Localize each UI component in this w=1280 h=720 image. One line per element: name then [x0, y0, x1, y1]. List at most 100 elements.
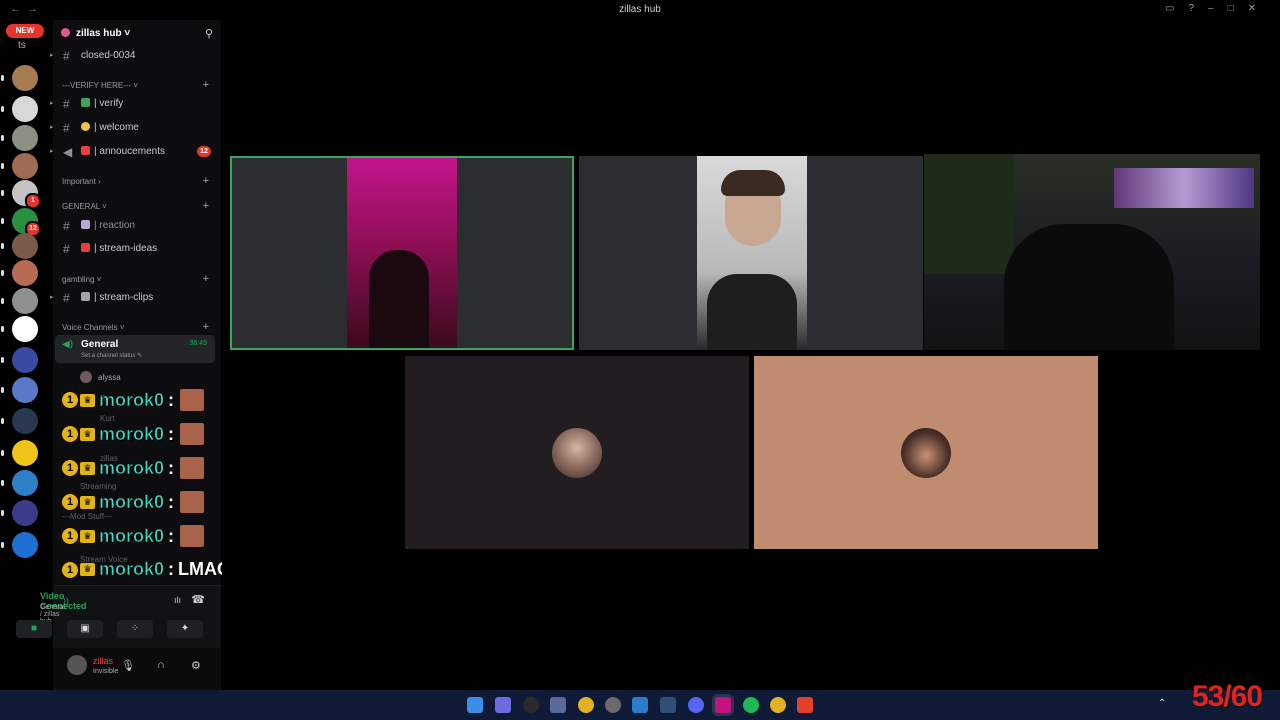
server-icon-16[interactable] [1, 500, 38, 526]
discord-icon[interactable] [688, 697, 704, 713]
user-panel: zillas Invisible 🎙 ∩ ⚙ [53, 648, 221, 688]
username[interactable]: zillas [93, 656, 113, 666]
help-icon[interactable]: ? [1188, 3, 1208, 14]
microphone-icon[interactable]: 🎙 [121, 659, 135, 672]
server-mention-badge: 1 [25, 193, 41, 209]
soundboard-button[interactable]: ✦ [167, 620, 203, 638]
add-channel-icon[interactable]: + [203, 200, 209, 212]
crown-icon: ♛ [80, 461, 95, 475]
brave-icon[interactable] [797, 697, 813, 713]
participant-avatar [901, 428, 951, 478]
title-bar: ← → zillas hub ▭?–□✕ [0, 0, 1280, 20]
screen-share-button[interactable]: ▣ [67, 620, 103, 638]
voice-channel-general[interactable]: ◀) General 36:49 Set a channel status ✎ [55, 335, 215, 363]
server-icon-7[interactable] [1, 233, 38, 259]
category-gambling[interactable]: gambling ˅ [62, 275, 101, 284]
channel-closed-0034[interactable]: ▸ # closed-0034 [50, 47, 221, 65]
video-stage [222, 20, 1280, 690]
chrome-icon[interactable] [770, 697, 786, 713]
server-rail: NEW ts 1 12 [0, 20, 52, 690]
voice-member-alyssa[interactable]: alyssa [80, 371, 121, 383]
inbox-icon[interactable]: ▭ [1165, 3, 1188, 14]
wave-emoji-icon [81, 122, 90, 131]
tray-chevron-icon[interactable]: ⌃ [1158, 698, 1166, 709]
category-voice-channels[interactable]: Voice Channels ˅ [62, 323, 125, 332]
video-tile-2[interactable] [579, 156, 923, 350]
channel-reaction[interactable]: # | reaction [53, 217, 221, 235]
unread-pip [1, 298, 4, 304]
server-icon-11[interactable] [1, 347, 38, 373]
person-silhouette [1004, 224, 1174, 350]
disconnect-icon[interactable]: ☎ [191, 593, 205, 606]
obs-icon[interactable] [605, 697, 621, 713]
unread-pip [1, 75, 4, 81]
server-icon-3[interactable] [1, 125, 38, 151]
unread-pip [1, 418, 4, 424]
chat-line: 1 ♛ morok0: [62, 423, 205, 447]
spotify-icon[interactable] [743, 697, 759, 713]
hash-icon: # [63, 291, 70, 305]
server-icon-12[interactable] [1, 377, 38, 403]
channel-label: | welcome [94, 122, 139, 133]
channel-status-prompt[interactable]: Set a channel status ✎ [81, 352, 142, 359]
avatar[interactable] [67, 655, 87, 675]
server-icon-15[interactable] [1, 470, 38, 496]
steam-icon[interactable] [660, 697, 676, 713]
server-icon-17[interactable] [1, 532, 38, 558]
server-icon-5[interactable]: 1 [1, 180, 41, 209]
hash-icon: # [63, 97, 70, 111]
emoji-icon [81, 220, 90, 229]
category-important[interactable]: Important › [62, 177, 101, 186]
apps-grid-icon[interactable] [495, 697, 511, 713]
vscode-icon[interactable] [632, 697, 648, 713]
headphones-icon[interactable]: ∩ [157, 659, 165, 671]
server-icon-1[interactable] [1, 65, 38, 91]
settings-gear-icon[interactable]: ⚙ [191, 659, 201, 672]
add-channel-icon[interactable]: + [203, 273, 209, 285]
server-icon-8[interactable] [1, 260, 38, 286]
channel-stream-ideas[interactable]: # | stream-ideas [53, 240, 221, 258]
app-icon[interactable] [523, 697, 539, 713]
video-tile-1[interactable] [230, 156, 574, 350]
voice-tile-5[interactable] [754, 356, 1098, 549]
channel-welcome[interactable]: ▸ # | welcome [50, 119, 221, 137]
add-channel-icon[interactable]: + [203, 321, 209, 333]
server-icon-14[interactable] [1, 440, 38, 466]
add-channel-icon[interactable]: + [203, 79, 209, 91]
server-icon-10[interactable] [1, 316, 38, 342]
chat-line: 1 ♛ morok0: [62, 491, 205, 515]
channel-verify[interactable]: ▸ # | verify [50, 95, 221, 113]
minimize-icon[interactable]: – [1208, 3, 1228, 14]
server-icon-13[interactable] [1, 408, 38, 434]
chrome-icon[interactable] [578, 697, 594, 713]
camera-button[interactable]: ■ [16, 620, 52, 638]
start-menu-icon[interactable] [467, 697, 483, 713]
collapse-arrow-icon: ▸ [50, 124, 54, 131]
close-icon[interactable]: ✕ [1248, 3, 1270, 14]
channel-stream-clips[interactable]: ▸ # | stream-clips [50, 289, 221, 307]
server-icon-9[interactable] [1, 288, 38, 314]
noise-suppression-icon[interactable]: ılı [174, 595, 181, 605]
add-channel-icon[interactable]: + [203, 175, 209, 187]
category-verify[interactable]: ---VERIFY HERE--- ˅ [62, 81, 138, 90]
fps-counter: 53/60 [1192, 680, 1263, 713]
maximize-icon[interactable]: □ [1228, 3, 1248, 14]
server-icon-4[interactable] [1, 153, 38, 179]
voice-tile-4[interactable] [405, 356, 749, 549]
faded-channel-streaming: Streaming [80, 482, 117, 491]
unread-pip [1, 190, 4, 196]
server-header[interactable]: zillas hub ˅ [61, 28, 130, 39]
collapse-arrow-icon: ▸ [50, 100, 54, 107]
activities-button[interactable]: ⁘ [117, 620, 153, 638]
chat-separator: : [168, 423, 175, 444]
server-icon-2[interactable] [1, 96, 38, 122]
video-tile-3[interactable] [924, 154, 1260, 350]
invite-people-icon[interactable]: ⚲ [205, 27, 213, 40]
server-icon-6[interactable]: 12 [1, 208, 41, 237]
server-name: zillas hub ˅ [76, 28, 131, 39]
app-icon[interactable] [550, 697, 566, 713]
channel-annoucements[interactable]: ▸ ◀ | annoucements 12 [50, 143, 221, 161]
badge-number-icon: 1 [62, 494, 78, 510]
category-general[interactable]: GENERAL ˅ [62, 202, 107, 211]
app-icon[interactable] [715, 697, 731, 713]
